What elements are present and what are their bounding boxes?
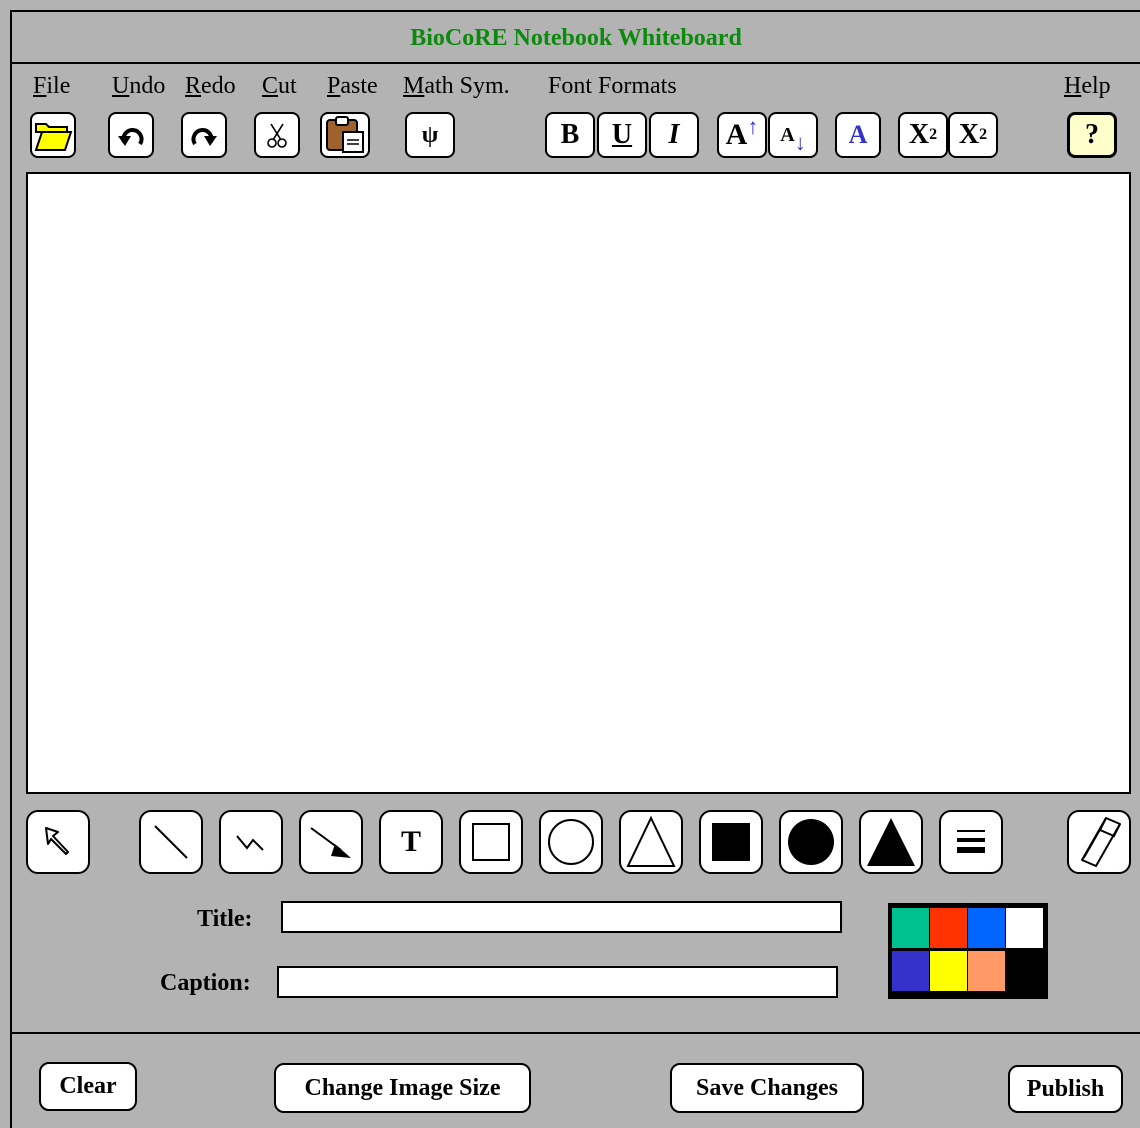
circle-filled-icon	[788, 819, 834, 865]
publish-button[interactable]: Publish	[1008, 1065, 1123, 1113]
scissors-icon	[267, 123, 287, 148]
color-swatch-green[interactable]	[892, 908, 929, 948]
menu-file[interactable]: File	[33, 73, 70, 99]
open-button[interactable]	[30, 112, 76, 158]
menu-paste[interactable]: Paste	[327, 73, 378, 99]
color-palette	[888, 903, 1048, 999]
filled-rectangle-tool[interactable]	[699, 810, 763, 874]
underline-button[interactable]: U	[597, 112, 647, 158]
font-smaller-label: A	[780, 123, 795, 146]
save-changes-button[interactable]: Save Changes	[670, 1063, 864, 1113]
triangle-tool[interactable]	[619, 810, 683, 874]
redo-button[interactable]	[181, 112, 227, 158]
freehand-tool[interactable]	[219, 810, 283, 874]
text-tool[interactable]: T	[379, 810, 443, 874]
color-swatch-blue[interactable]	[968, 908, 1005, 948]
arrow-tool[interactable]	[299, 810, 363, 874]
title-input[interactable]	[281, 901, 842, 933]
undo-button[interactable]	[108, 112, 154, 158]
line-width-tool[interactable]	[939, 810, 1003, 874]
triangle-filled-icon	[867, 818, 915, 866]
subscript-base: X	[958, 119, 980, 150]
arrow-down-icon: ↓	[794, 130, 806, 155]
whiteboard-canvas[interactable]	[26, 172, 1131, 794]
squiggle-icon	[236, 835, 264, 851]
italic-button[interactable]: I	[649, 112, 699, 158]
rectangle-filled-icon	[712, 823, 750, 861]
rectangle-tool[interactable]	[459, 810, 523, 874]
redo-arrow-icon	[191, 128, 217, 146]
subscript-exp: 2	[979, 126, 988, 143]
folder-open-icon	[34, 123, 73, 151]
filled-ellipse-tool[interactable]	[779, 810, 843, 874]
cut-button[interactable]	[254, 112, 300, 158]
menu-font-formats[interactable]: Font Formats	[548, 73, 677, 99]
subscript-button[interactable]: X2	[948, 112, 998, 158]
title-label: Title:	[197, 906, 253, 932]
paste-button[interactable]	[320, 112, 370, 158]
clear-button[interactable]: Clear	[39, 1062, 137, 1111]
arrow-icon	[310, 827, 351, 858]
math-symbol-button[interactable]: ψ	[405, 112, 455, 158]
font-smaller-button[interactable]: A ↓	[768, 112, 818, 158]
title-divider	[12, 62, 1140, 64]
caption-label: Caption:	[160, 970, 251, 996]
undo-arrow-icon	[118, 128, 144, 146]
font-color-button[interactable]: A	[835, 112, 881, 158]
app-title: BioCoRE Notebook Whiteboard	[410, 25, 742, 51]
triangle-outline-icon	[626, 816, 676, 867]
color-swatch-red[interactable]	[930, 908, 967, 948]
superscript-button[interactable]: X2	[898, 112, 948, 158]
clipboard-paste-icon	[326, 116, 364, 153]
eraser-icon	[1081, 817, 1121, 867]
arrow-up-icon: ↑	[747, 114, 759, 139]
color-swatch-black[interactable]	[1006, 951, 1043, 991]
color-swatch-yellow[interactable]	[930, 951, 967, 991]
filled-triangle-tool[interactable]	[859, 810, 923, 874]
help-button[interactable]: ?	[1067, 112, 1117, 158]
menu-undo[interactable]: Undo	[112, 73, 165, 99]
select-tool[interactable]	[26, 810, 90, 874]
line-icon	[154, 825, 188, 859]
circle-outline-icon	[548, 819, 594, 865]
rectangle-outline-icon	[472, 823, 510, 861]
superscript-exp: 2	[929, 126, 938, 143]
color-swatch-white[interactable]	[1006, 908, 1043, 948]
pointer-arrow-icon	[45, 827, 69, 855]
change-image-size-button[interactable]: Change Image Size	[274, 1063, 531, 1113]
menu-math-sym[interactable]: Math Sym.	[403, 73, 510, 99]
menu-cut[interactable]: Cut	[262, 73, 297, 99]
ellipse-tool[interactable]	[539, 810, 603, 874]
menu-redo[interactable]: Redo	[185, 73, 236, 99]
line-width-icon	[957, 830, 985, 853]
color-swatch-salmon[interactable]	[968, 951, 1005, 991]
footer-divider	[12, 1032, 1140, 1034]
superscript-base: X	[908, 119, 930, 150]
font-larger-label: A	[725, 118, 748, 151]
bold-button[interactable]: B	[545, 112, 595, 158]
caption-input[interactable]	[277, 966, 838, 998]
menu-help[interactable]: Help	[1064, 73, 1111, 99]
eraser-tool[interactable]	[1067, 810, 1131, 874]
font-larger-button[interactable]: A ↑	[717, 112, 767, 158]
color-swatch-indigo[interactable]	[892, 951, 929, 991]
line-tool[interactable]	[139, 810, 203, 874]
